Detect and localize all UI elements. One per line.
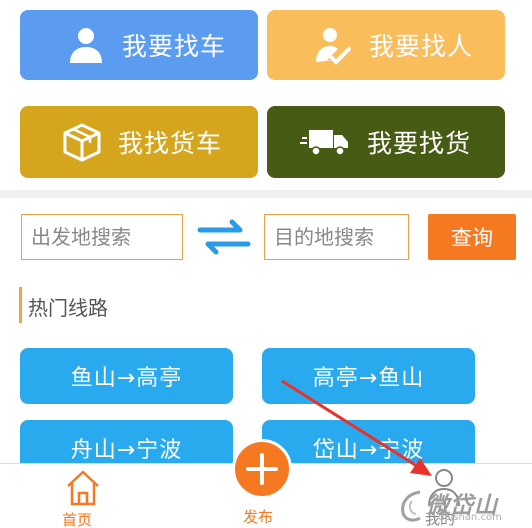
plus-icon	[246, 453, 278, 485]
hot-routes-title: 热门线路	[28, 296, 108, 320]
publish-label: 发布	[243, 508, 274, 526]
box-icon	[60, 120, 104, 164]
person-check-icon	[311, 23, 355, 67]
section-divider	[0, 190, 532, 198]
swap-arrows-icon[interactable]	[196, 216, 252, 258]
watermark-url: daishan.com	[438, 512, 502, 523]
watermark: 微岱山 daishan.com	[398, 486, 528, 528]
tab-home[interactable]: 首页	[55, 469, 111, 528]
destination-search-input[interactable]	[264, 214, 409, 260]
truck-icon	[297, 120, 353, 164]
route-button[interactable]: 鱼山→高亭	[20, 348, 233, 404]
find-truck-button[interactable]: 我找货车	[20, 106, 258, 178]
tab-home-label: 首页	[62, 511, 93, 528]
find-goods-button[interactable]: 我要找货	[267, 106, 505, 178]
house-icon	[67, 470, 99, 506]
section-accent-bar	[19, 287, 22, 323]
find-person-button[interactable]: 我要找人	[267, 10, 505, 80]
departure-search-input[interactable]	[21, 214, 183, 260]
route-button[interactable]: 高亭→鱼山	[262, 348, 475, 404]
find-car-label: 我要找车	[122, 32, 227, 61]
find-car-button[interactable]: 我要找车	[20, 10, 258, 80]
find-goods-label: 我要找货	[367, 129, 472, 158]
query-button[interactable]: 查询	[428, 214, 516, 260]
publish-button[interactable]	[232, 439, 292, 499]
watermark-logo-icon	[401, 490, 421, 522]
person-icon	[64, 23, 108, 67]
find-person-label: 我要找人	[369, 32, 474, 61]
find-truck-label: 我找货车	[118, 129, 223, 158]
